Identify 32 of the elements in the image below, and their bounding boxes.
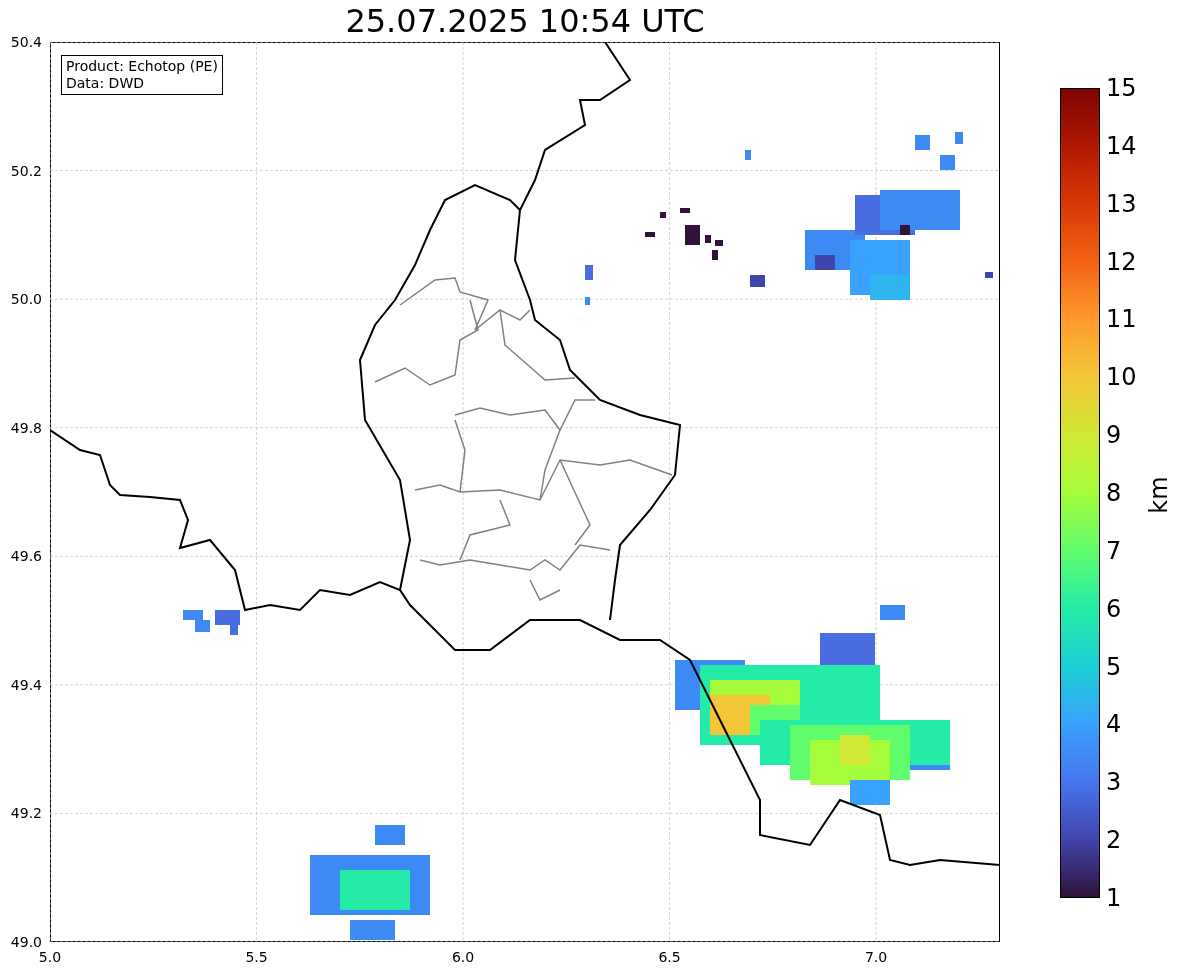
colorbar-tick-label: 7 <box>1106 538 1122 563</box>
colorbar-label: km <box>1146 476 1171 514</box>
colorbar-tick-label: 3 <box>1106 770 1122 795</box>
colorbar-tick-label: 1 <box>1106 886 1122 910</box>
y-tick-label: 49.2 <box>10 806 42 821</box>
x-tick-label: 5.0 <box>38 950 62 964</box>
colorbar-tick-label: 2 <box>1106 828 1122 853</box>
info-text: Data: DWD <box>66 75 145 92</box>
y-tick-label: 50.4 <box>10 35 42 49</box>
colorbar-tick-label: 13 <box>1106 191 1137 216</box>
colorbar-tick-label: 14 <box>1106 133 1137 158</box>
x-tick-label: 7.0 <box>864 950 888 964</box>
colorbar-tick-label: 10 <box>1106 365 1137 390</box>
y-tick-label: 50.0 <box>10 292 42 307</box>
x-tick-label: 6.0 <box>451 950 475 964</box>
y-tick-label: 49.0 <box>10 935 42 949</box>
colorbar-tick-label: 12 <box>1106 249 1137 274</box>
chart-title: 25.07.2025 10:54 UTC <box>345 5 705 37</box>
colorbar-tick-label: 11 <box>1106 307 1137 332</box>
colorbar-tick-label: 4 <box>1106 712 1122 737</box>
y-tick-label: 49.6 <box>10 549 42 564</box>
x-tick-label: 6.5 <box>658 950 681 964</box>
info-text: Product: Echotop (PE) <box>66 58 218 75</box>
y-tick-label: 49.8 <box>10 420 42 435</box>
colorbar-tick-label: 6 <box>1106 596 1122 621</box>
colorbar-tick-label: 5 <box>1106 654 1122 679</box>
y-tick-label: 50.2 <box>10 163 42 178</box>
colorbar-tick-label: 9 <box>1106 423 1122 448</box>
colorbar-tick-label: 8 <box>1106 481 1122 505</box>
x-tick-label: 5.5 <box>245 950 268 964</box>
y-tick-label: 49.4 <box>10 677 42 692</box>
colorbar-tick-label: 15 <box>1106 76 1137 100</box>
